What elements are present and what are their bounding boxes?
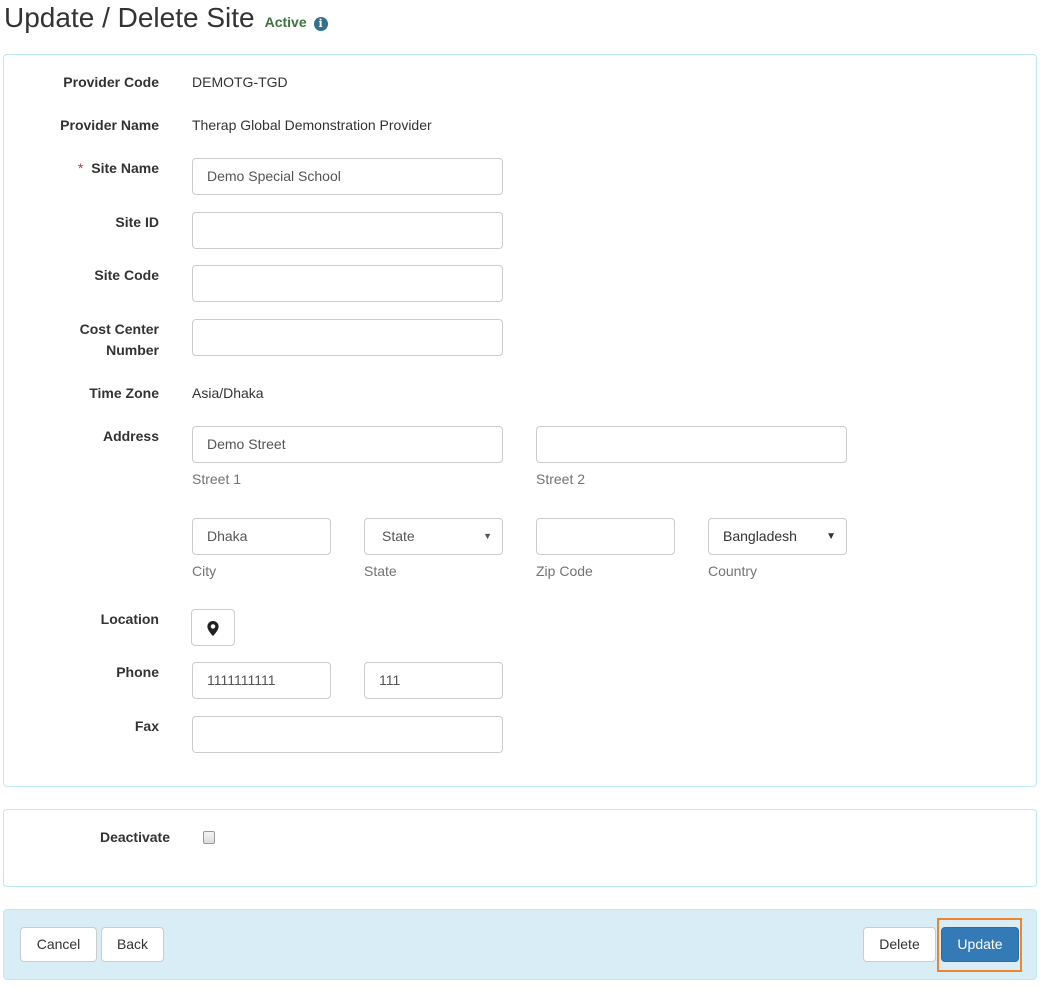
info-circle-icon[interactable]: i [313,17,328,31]
caret-down-icon: ▼ [826,531,836,542]
provider-name-value: Therap Global Demonstration Provider [192,117,432,133]
page-title-text: Update / Delete Site [4,2,255,33]
phone-number-input[interactable]: 1111111111 [192,662,331,699]
country-help: Country [708,563,758,579]
state-select-value: State [382,528,415,544]
fax-input[interactable] [192,716,503,753]
street1-help: Street 1 [192,471,242,487]
cost-center-label: Cost Center Number [79,321,159,358]
site-name-input[interactable]: Demo Special School [192,158,503,195]
deactivate-label: Deactivate [99,829,170,845]
street2-help: Street 2 [536,471,586,487]
site-name-label: * Site Name [77,160,159,176]
zip-input[interactable] [536,518,675,555]
cost-center-input[interactable] [192,319,503,356]
page-title: Update / Delete Site Active i [4,2,328,34]
site-code-label: Site Code [94,267,159,283]
delete-button[interactable]: Delete [863,927,936,962]
cancel-button[interactable]: Cancel [20,927,97,962]
focus-highlight [937,918,1022,972]
city-input[interactable]: Dhaka [192,518,331,555]
address-label: Address [102,428,159,444]
time-zone-label: Time Zone [89,385,159,401]
state-select[interactable]: State ▼ [364,518,503,555]
caret-down-icon: ▼ [483,531,492,541]
location-button[interactable] [191,609,235,646]
state-help: State [364,563,397,579]
time-zone-value: Asia/Dhaka [192,385,264,401]
required-mark: * [77,160,84,176]
back-button[interactable]: Back [101,927,164,962]
provider-code-value: DEMOTG-TGD [192,74,288,90]
deactivate-panel [3,809,1037,887]
site-id-input[interactable] [192,212,503,249]
street1-input[interactable]: Demo Street [192,426,503,463]
zip-help: Zip Code [536,563,593,579]
status-badge: Active [264,14,307,30]
site-id-label: Site ID [115,214,159,230]
provider-name-label: Provider Name [60,117,159,133]
phone-label: Phone [116,664,159,680]
phone-ext-input[interactable]: 111 [364,662,503,699]
street2-input[interactable] [536,426,847,463]
fax-label: Fax [134,718,159,734]
location-label: Location [100,611,159,627]
deactivate-checkbox[interactable] [203,831,215,844]
city-help: City [192,563,217,579]
country-select[interactable]: Bangladesh ▼ [708,518,847,555]
provider-code-label: Provider Code [63,74,159,90]
site-code-input[interactable] [192,265,503,302]
country-select-value: Bangladesh [723,528,797,544]
map-marker-icon [207,620,219,636]
